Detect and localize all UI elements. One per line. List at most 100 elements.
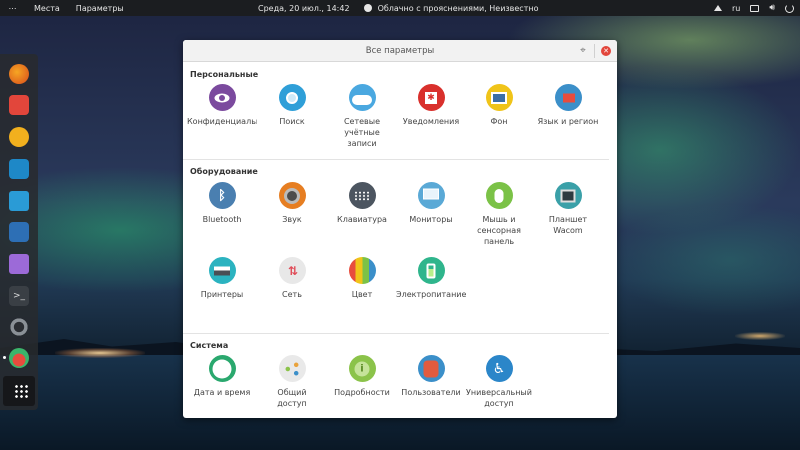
privacy-icon (208, 84, 236, 111)
tile-date-time[interactable]: Дата и время (187, 355, 257, 398)
tile-online-accounts[interactable]: Сетевые учётные записи (327, 84, 397, 149)
datetime-label: Среда, 20 июл., 14:42 (258, 3, 350, 13)
printer-icon (208, 257, 236, 284)
store-icon[interactable] (9, 348, 29, 368)
power-icon[interactable] (785, 3, 794, 13)
tile-label: Фон (490, 117, 508, 126)
mail-icon[interactable] (9, 95, 29, 115)
tile-printers[interactable]: Принтеры (187, 257, 257, 300)
flag-icon (554, 84, 582, 111)
tile-displays[interactable]: Мониторы (396, 182, 466, 225)
tile-label: Поиск (279, 117, 305, 126)
running-indicator (3, 356, 6, 359)
files-icon[interactable] (9, 159, 29, 179)
tablet-icon (554, 182, 582, 209)
battery-icon (417, 257, 445, 284)
locate-icon[interactable]: ⌖ (577, 45, 589, 57)
tile-privacy[interactable]: Конфиденциальность (187, 84, 257, 127)
settings-icon[interactable] (9, 317, 29, 337)
tile-sound[interactable]: Звук (257, 182, 327, 225)
system-tray: ru 🔊︎ (713, 3, 794, 13)
share-icon (278, 355, 306, 382)
terminal-icon[interactable]: >_ (9, 286, 29, 306)
section-title-hardware: Оборудование (190, 167, 258, 176)
window-title: Все параметры (365, 46, 435, 56)
info-icon: i (348, 355, 376, 382)
tile-label: Цвет (351, 290, 373, 299)
software-center-icon[interactable] (9, 222, 29, 242)
keyboard-icon (348, 182, 376, 209)
tile-keyboard[interactable]: Клавиатура (327, 182, 397, 225)
activities-button[interactable]: ⋯ (0, 4, 26, 13)
weather-label: Облачно с прояснениями, Неизвестно (377, 3, 539, 13)
color-icon (348, 257, 376, 284)
top-bar: ⋯ Места Параметры Среда, 20 июл., 14:42 … (0, 0, 800, 16)
tile-mouse-touchpad[interactable]: Мышь и сенсорная панель (464, 182, 534, 247)
notifications-icon: ✱ (417, 84, 445, 111)
show-applications-button[interactable] (3, 376, 35, 406)
tile-label: Звук (282, 215, 302, 224)
tile-label: Электропитание (396, 290, 466, 299)
network-icon: ⇅ (278, 257, 306, 284)
tile-label: Принтеры (200, 290, 244, 299)
clock-icon (208, 355, 236, 382)
tile-search[interactable]: Поиск (257, 84, 327, 127)
cloud-icon (348, 84, 376, 111)
tile-label: Клавиатура (337, 215, 387, 224)
firefox-icon[interactable] (9, 64, 29, 84)
tile-label: Подробности (334, 388, 390, 397)
bluetooth-icon: ᛒ (208, 182, 236, 209)
monitor-icon (417, 182, 445, 209)
dock: >_ (0, 54, 38, 410)
eject-icon[interactable] (713, 5, 722, 11)
tile-background[interactable]: Фон (464, 84, 534, 127)
places-menu[interactable]: Места (26, 4, 68, 13)
speaker-icon (278, 182, 306, 209)
app-menu[interactable]: Параметры (68, 4, 132, 13)
tile-label: Дата и время (193, 388, 251, 397)
music-player-icon[interactable] (9, 127, 29, 147)
tile-color[interactable]: Цвет (327, 257, 397, 300)
screen-icon[interactable] (750, 4, 760, 12)
wallpaper-far-lights (735, 332, 785, 340)
tile-label: Сетевые учётные записи (343, 117, 381, 148)
tile-users[interactable]: Пользователи (396, 355, 466, 398)
settings-window: Все параметры ⌖ ✕ Персональные Конфиденц… (183, 40, 617, 418)
tile-network[interactable]: ⇅ Сеть (257, 257, 327, 300)
close-button[interactable]: ✕ (601, 46, 611, 56)
tile-wacom[interactable]: Планшет Wacom (533, 182, 603, 236)
tile-sharing[interactable]: Общий доступ (257, 355, 327, 409)
accessibility-icon: ♿︎ (485, 355, 513, 382)
text-editor-icon[interactable] (9, 191, 29, 211)
folder-icon[interactable] (9, 254, 29, 274)
tile-power[interactable]: Электропитание (396, 257, 466, 300)
tile-notifications[interactable]: ✱ Уведомления (396, 84, 466, 127)
tile-label: Общий доступ (277, 388, 307, 408)
keyboard-layout-indicator[interactable]: ru (732, 4, 740, 13)
tile-region-language[interactable]: Язык и регион (533, 84, 603, 127)
tile-label: Язык и регион (537, 117, 599, 126)
volume-icon[interactable]: 🔊︎ (769, 3, 775, 13)
search-icon (278, 84, 306, 111)
weather-icon (363, 4, 372, 12)
tile-label: Сеть (282, 290, 302, 299)
background-icon (485, 84, 513, 111)
section-title-personal: Персональные (190, 70, 259, 79)
tile-label: Планшет Wacom (548, 215, 588, 235)
wallpaper-village-lights (55, 348, 145, 358)
user-icon (417, 355, 445, 382)
tile-label: Пользователи (401, 388, 461, 397)
clock-area[interactable]: Среда, 20 июл., 14:42 Облачно с прояснен… (258, 4, 538, 13)
mouse-icon (485, 182, 513, 209)
apps-grid-icon (14, 384, 28, 398)
tile-accessibility[interactable]: ♿︎ Универсальный доступ (464, 355, 534, 409)
section-divider (183, 159, 609, 160)
window-titlebar[interactable]: Все параметры ⌖ ✕ (183, 40, 617, 62)
tile-label: Конфиденциальность (187, 117, 257, 126)
tile-details[interactable]: i Подробности (327, 355, 397, 398)
tile-label: Универсальный доступ (466, 388, 532, 408)
tile-bluetooth[interactable]: ᛒ Bluetooth (187, 182, 257, 225)
tile-label: Мышь и сенсорная панель (477, 215, 521, 246)
tile-label: Bluetooth (202, 215, 242, 224)
tile-label: Мониторы (409, 215, 453, 224)
